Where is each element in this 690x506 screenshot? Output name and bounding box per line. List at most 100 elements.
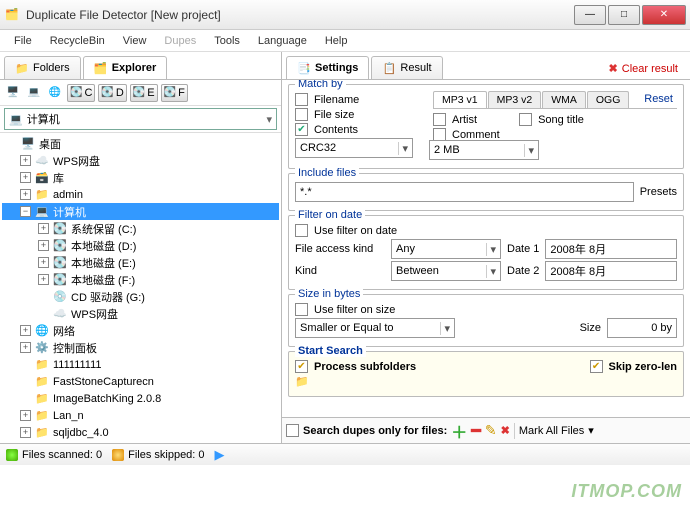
size-comparator-select[interactable]: Smaller or Equal to▾ [295,318,455,338]
tab-folders-label: Folders [33,62,70,74]
menu-help[interactable]: Help [317,33,356,49]
edit-icon[interactable]: ✎ [485,422,497,439]
tab-wma[interactable]: WMA [542,91,586,108]
size-value-input[interactable]: 0 by [607,318,677,338]
tree-control-panel[interactable]: +⚙️控制面板 [2,339,279,356]
reset-link[interactable]: Reset [640,91,677,108]
presets-button[interactable]: Presets [640,186,677,198]
tree-wps2[interactable]: ☁️WPS网盘 [2,305,279,322]
tree-drive-f[interactable]: +💽本地磁盘 (F:) [2,271,279,288]
mark-all-files-button[interactable]: Mark All Files [519,425,584,437]
tab-settings-label: Settings [315,62,358,74]
menu-tools[interactable]: Tools [206,33,248,49]
menubar: File RecycleBin View Dupes Tools Languag… [0,30,690,52]
titlebar: 🗂️ Duplicate File Detector [New project]… [0,0,690,30]
menu-dupes[interactable]: Dupes [156,33,204,49]
label-use-date: Use filter on date [314,225,397,237]
kind-select[interactable]: Between▾ [391,261,501,281]
label-date2: Date 2 [507,265,539,277]
hash-select[interactable]: CRC32▾ [295,138,413,158]
tab-settings[interactable]: 📑 Settings [286,56,369,79]
include-mask-input[interactable]: *.* [295,182,634,202]
tab-mp3v2[interactable]: MP3 v2 [488,91,542,108]
clear-result-label: Clear result [622,63,678,75]
tree-cd-g[interactable]: 💿CD 驱动器 (G:) [2,288,279,305]
menu-file[interactable]: File [6,33,40,49]
drive-d[interactable]: 💽D [98,84,126,102]
start-search-group: Start Search ✔ Process subfolders ✔ Skip… [288,351,684,397]
maximize-button[interactable]: □ [608,5,640,25]
network-icon[interactable]: 🌐 [46,84,64,102]
tree-drive-e[interactable]: +💽本地磁盘 (E:) [2,254,279,271]
date2-select[interactable]: 2008年 8月 [545,261,677,281]
cb-skip-zero[interactable]: ✔ [590,360,603,373]
tab-result[interactable]: 📋 Result [371,56,442,79]
label-comment: Comment [452,129,500,141]
minimize-button[interactable]: — [574,5,606,25]
drive-c[interactable]: 💽C [67,84,95,102]
cb-filesize[interactable] [295,108,308,121]
date1-select[interactable]: 2008年 8月 [545,239,677,259]
tab-folders[interactable]: 📁 Folders [4,56,81,79]
size-threshold-select[interactable]: 2 MB▾ [429,140,539,160]
label-fak: File access kind [295,243,385,255]
include-legend: Include files [295,167,359,179]
label-size: Size [580,322,601,334]
tree-folder-2[interactable]: 📁FastStoneCapturecn [2,373,279,390]
menu-language[interactable]: Language [250,33,315,49]
app-icon: 🗂️ [4,7,20,23]
tree-wps[interactable]: +☁️WPS网盘 [2,152,279,169]
tree-folder-1[interactable]: 📁111111111 [2,356,279,373]
cb-process-subfolders[interactable]: ✔ [295,360,308,373]
chevron-down-icon[interactable]: ▾ [588,424,594,437]
folder-icon: 📁 [15,61,29,75]
tree-libraries[interactable]: +🗃️库 [2,169,279,186]
close-button[interactable]: ✕ [642,5,686,25]
drive-f[interactable]: 💽F [161,84,188,102]
tree-drive-d[interactable]: +💽本地磁盘 (D:) [2,237,279,254]
tree-admin[interactable]: +📁admin [2,186,279,203]
cb-use-size[interactable] [295,303,308,316]
delete-icon[interactable]: ✖ [501,424,510,437]
play-icon[interactable]: ▶ [215,447,225,463]
menu-recyclebin[interactable]: RecycleBin [42,33,113,49]
location-dropdown[interactable]: 💻 计算机 ▾ [4,108,277,130]
tree-network[interactable]: +🌐网络 [2,322,279,339]
tab-ogg[interactable]: OGG [587,91,630,108]
label-contents: Contents [314,124,358,136]
folder-icon: 📁 [295,375,309,388]
cb-songtitle[interactable] [519,113,532,126]
x-icon: ✖ [609,62,618,75]
clear-result-button[interactable]: ✖ Clear result [601,58,686,79]
file-access-kind-select[interactable]: Any▾ [391,239,501,259]
menu-view[interactable]: View [115,33,155,49]
cb-use-date[interactable] [295,224,308,237]
filter-size-legend: Size in bytes [295,288,363,300]
statusbar: Files scanned: 0 Files skipped: 0 ▶ [0,443,690,465]
computer-icon[interactable]: 💻 [25,84,43,102]
cb-search-dupes-only[interactable] [286,424,299,437]
label-artist: Artist [452,114,477,126]
tab-mp3v1[interactable]: MP3 v1 [433,91,487,108]
label-songtitle: Song title [538,114,584,126]
tree-folder-5[interactable]: +📁sqljdbc_4.0 [2,424,279,441]
status-orange-icon [112,449,124,461]
cb-contents[interactable]: ✔ [295,123,308,136]
drive-toolbar: 🖥️ 💻 🌐 💽C 💽D 💽E 💽F [0,80,281,106]
remove-icon[interactable]: ━ [471,421,481,441]
tree-computer[interactable]: −💻计算机 [2,203,279,220]
tree-folder-4[interactable]: +📁Lan_n [2,407,279,424]
label-filename: Filename [314,94,359,106]
drive-e[interactable]: 💽E [130,84,158,102]
tab-explorer[interactable]: 🗂️ Explorer [83,56,168,79]
tree-drive-c[interactable]: +💽系统保留 (C:) [2,220,279,237]
result-icon: 📋 [382,61,396,75]
desktop-icon[interactable]: 🖥️ [4,84,22,102]
tree-desktop[interactable]: 🖥️桌面 [2,135,279,152]
label-process-subfolders: Process subfolders [314,361,416,373]
tree-folder-3[interactable]: 📁ImageBatchKing 2.0.8 [2,390,279,407]
cb-artist[interactable] [433,113,446,126]
add-icon[interactable]: ＋ [451,419,467,443]
cb-filename[interactable] [295,93,308,106]
explorer-tree[interactable]: 🖥️桌面 +☁️WPS网盘 +🗃️库 +📁admin −💻计算机 +💽系统保留 … [0,132,281,443]
